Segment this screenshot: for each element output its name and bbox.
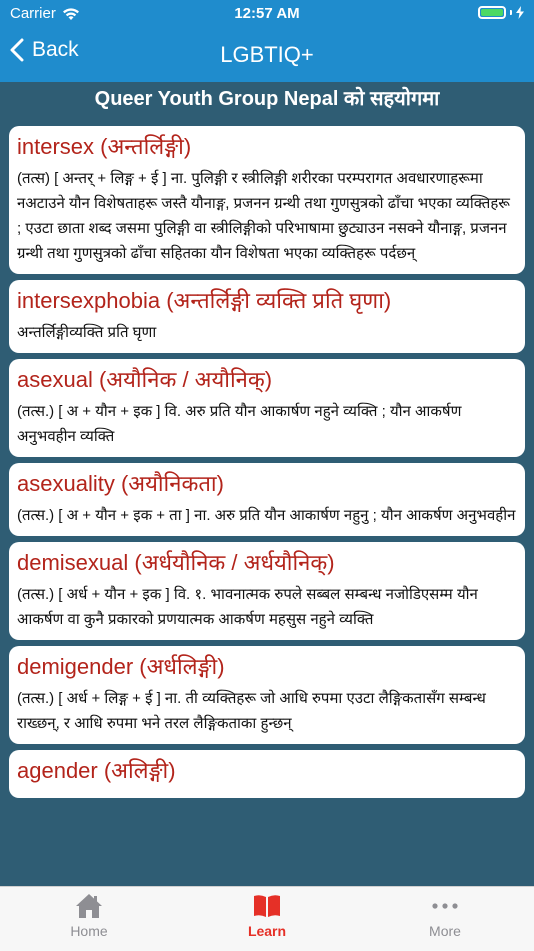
glossary-entry-intersexphobia[interactable]: intersexphobia (अन्तर्लिङ्गी व्यक्ति प्र… [9, 280, 525, 353]
glossary-entry-intersex[interactable]: intersex (अन्तर्लिङ्गी) (तत्स) [ अन्तर् … [9, 126, 525, 274]
entry-definition: अन्तर्लिङ्गीव्यक्ति प्रति घृणा [17, 324, 157, 341]
sponsor-subheader: Queer Youth Group Nepal को सहयोगमा [94, 88, 440, 110]
book-icon [254, 895, 280, 917]
glossary-entry-demisexual[interactable]: demisexual (अर्धयौनिक / अर्धयौनिक्) (तत्… [9, 542, 525, 640]
glossary-entry-asexuality[interactable]: asexuality (अयौनिकता) (तत्स.) [ अ + यौन … [9, 463, 525, 536]
tab-more[interactable]: More [356, 887, 534, 951]
entry-term: intersexphobia (अन्तर्लिङ्गी व्यक्ति प्र… [17, 288, 392, 313]
entry-term: asexuality (अयौनिकता) [17, 471, 224, 496]
glossary-entry-asexual[interactable]: asexual (अयौनिक / अयौनिक्) (तत्स.) [ अ +… [9, 359, 525, 457]
entry-term: agender (अलिङ्गी) [17, 758, 176, 783]
entry-term: intersex (अन्तर्लिङ्गी) [17, 134, 192, 159]
entry-term: demisexual (अर्धयौनिक / अर्धयौनिक्) [17, 550, 335, 575]
battery-icon [478, 6, 506, 19]
more-dots-icon [432, 903, 458, 909]
entry-definition: (तत्स) [ अन्तर् + लिङ्ग + ई ] ना. पुलिङ्… [17, 170, 510, 262]
navigation-bar: Back LGBTIQ+ [0, 28, 534, 82]
glossary-entry-demigender[interactable]: demigender (अर्धलिङ्गी) (तत्स.) [ अर्ध +… [9, 646, 525, 744]
entry-term: demigender (अर्धलिङ्गी) [17, 654, 225, 679]
tab-label: More [429, 923, 461, 939]
status-time: 12:57 AM [234, 5, 300, 22]
entry-definition: (तत्स.) [ अर्ध + लिङ्ग + ई ] ना. ती व्यक… [17, 690, 486, 732]
tab-label: Home [70, 923, 108, 939]
tab-home[interactable]: Home [0, 887, 178, 951]
glossary-list[interactable]: intersex (अन्तर्लिङ्गी) (तत्स) [ अन्तर् … [0, 120, 534, 886]
entry-definition: (तत्स.) [ अर्ध + यौन + इक ] वि. १. भावना… [17, 586, 478, 628]
page-title: LGBTIQ+ [220, 42, 314, 67]
charging-bolt-icon [516, 6, 524, 19]
status-bar: Carrier 12:57 AM [0, 0, 534, 28]
tab-bar: Home Learn More [0, 886, 534, 951]
entry-term: asexual (अयौनिक / अयौनिक्) [17, 367, 273, 392]
battery-indicator [478, 6, 524, 19]
tab-learn[interactable]: Learn [178, 887, 356, 951]
entry-definition: (तत्स.) [ अ + यौन + इक ] वि. अरु प्रति य… [17, 403, 462, 445]
entry-definition: (तत्स.) [ अ + यौन + इक + ता ] ना. अरु प्… [17, 507, 516, 524]
tab-label: Learn [247, 923, 287, 939]
house-icon [76, 894, 102, 918]
glossary-entry-agender[interactable]: agender (अलिङ्गी) [9, 750, 525, 798]
